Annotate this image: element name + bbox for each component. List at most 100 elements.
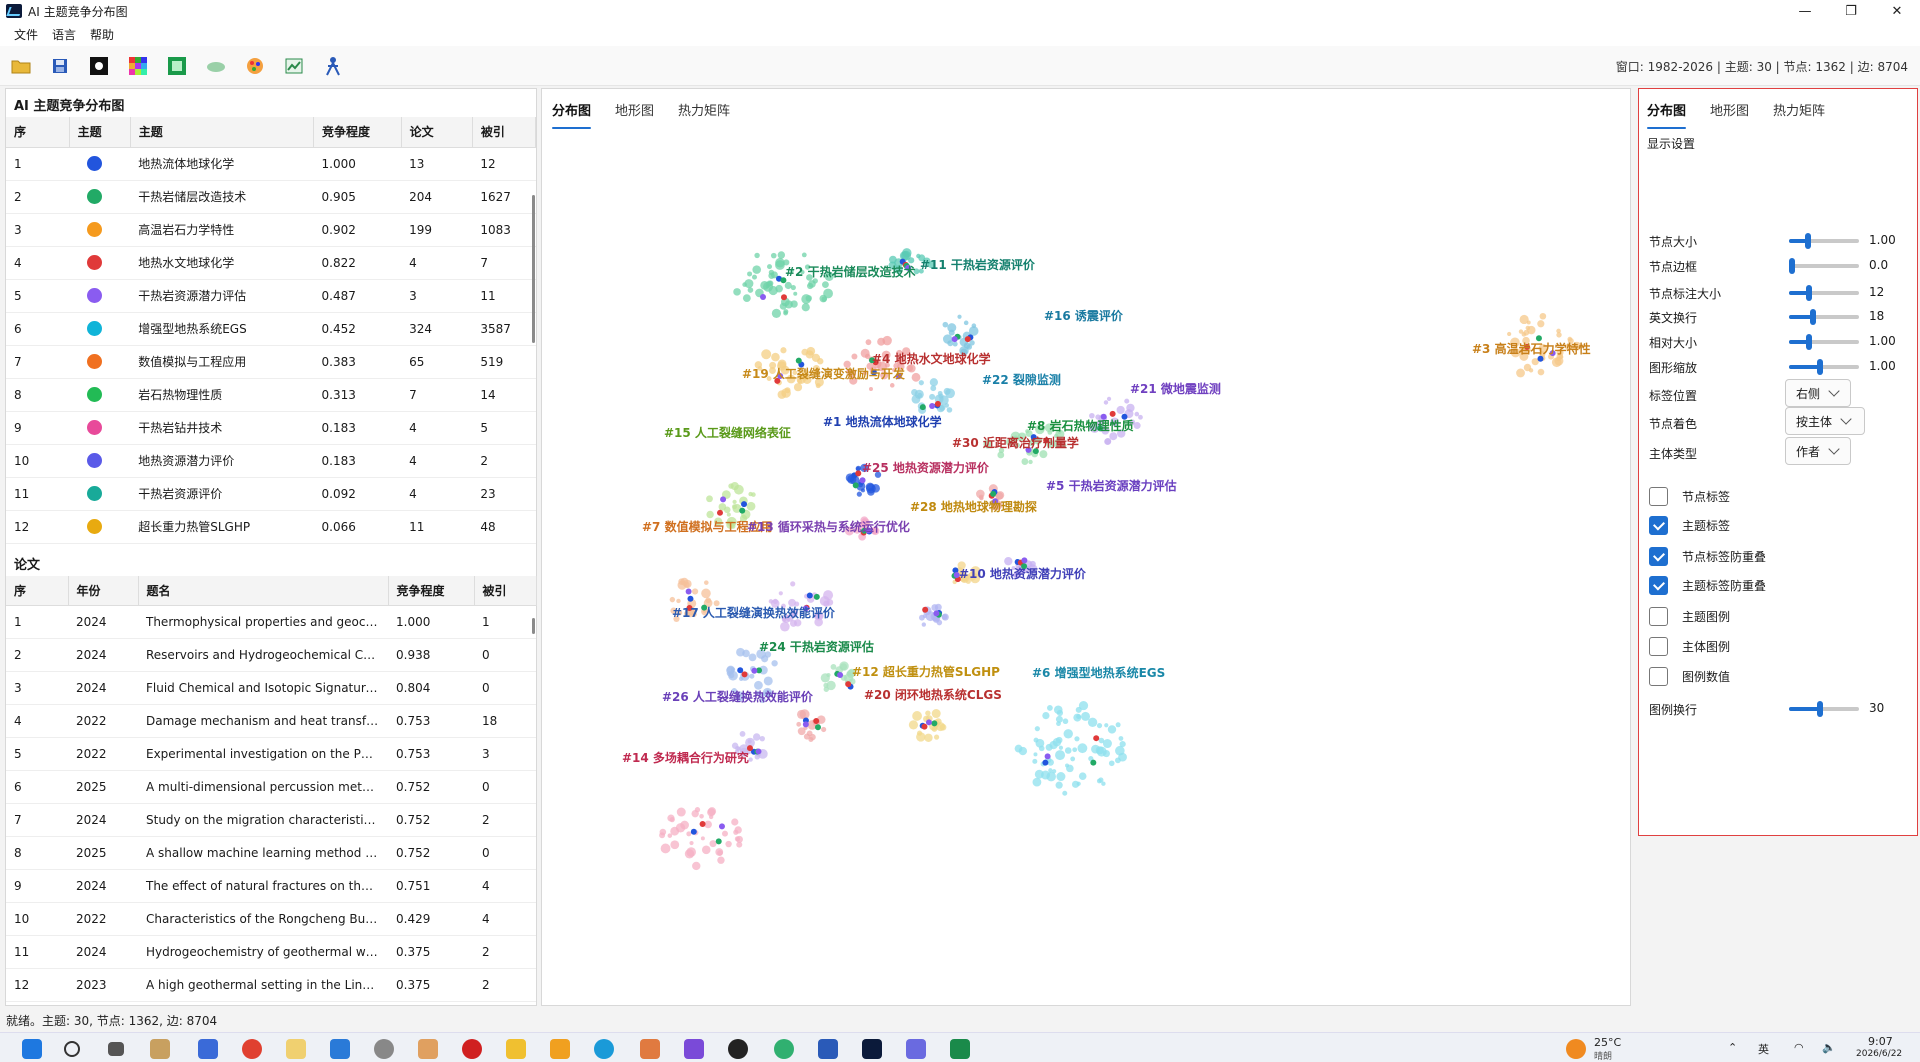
graph-node[interactable]: [741, 671, 748, 678]
graph-node[interactable]: [856, 491, 862, 497]
col-color[interactable]: 主题: [69, 117, 131, 148]
graph-node[interactable]: [755, 748, 762, 755]
cluster-label[interactable]: #19 人工裂缝演变激励与开发: [742, 366, 906, 381]
slider-handle[interactable]: [1810, 309, 1817, 325]
graph-node[interactable]: [942, 321, 949, 328]
graph-node[interactable]: [801, 252, 807, 258]
graph-node[interactable]: [659, 828, 667, 836]
cluster-label[interactable]: #10 地热资源潜力评价: [959, 566, 1087, 581]
setting-checkbox-row[interactable]: 主题标签防重叠: [1649, 576, 1766, 595]
graph-node[interactable]: [990, 490, 997, 497]
tray-chevron-icon[interactable]: ⌃: [1728, 1041, 1737, 1054]
graph-node[interactable]: [1042, 759, 1049, 766]
graph-node[interactable]: [808, 280, 816, 288]
setting-slider[interactable]: [1789, 359, 1859, 375]
app-blue-icon[interactable]: [198, 1039, 218, 1059]
chrome-alt-icon[interactable]: [774, 1039, 794, 1059]
setting-slider[interactable]: [1789, 309, 1859, 325]
app-violet-icon[interactable]: [906, 1039, 926, 1059]
distribution-graph[interactable]: #2 干热岩储层改造技术 #11 干热岩资源评价 #16 诱震评价 #3 高温岩石力学…: [542, 135, 1630, 1003]
graph-node[interactable]: [1507, 331, 1512, 337]
slider-handle[interactable]: [1816, 359, 1823, 375]
cluster-label[interactable]: #13 循环采热与系统运行优化: [747, 519, 910, 534]
graph-node[interactable]: [1039, 450, 1048, 459]
app-tools-icon[interactable]: [150, 1039, 170, 1059]
graph-node[interactable]: [748, 757, 753, 762]
graph-node[interactable]: [1109, 410, 1116, 417]
graph-node[interactable]: [677, 580, 687, 590]
app-red-icon[interactable]: [462, 1039, 482, 1059]
graph-node[interactable]: [1021, 458, 1029, 465]
graph-node[interactable]: [1077, 743, 1088, 754]
visual-studio-icon[interactable]: [684, 1039, 704, 1059]
graph-node[interactable]: [748, 653, 757, 662]
graph-node[interactable]: [918, 380, 924, 386]
graph-node[interactable]: [703, 580, 709, 585]
graph-node[interactable]: [882, 335, 892, 346]
graph-node[interactable]: [1034, 726, 1040, 732]
graph-node[interactable]: [669, 596, 676, 603]
graph-node[interactable]: [1106, 396, 1112, 401]
menu-help[interactable]: 帮助: [90, 26, 114, 43]
graph-node[interactable]: [763, 676, 773, 686]
graph-node[interactable]: [802, 721, 809, 728]
graph-node[interactable]: [768, 272, 775, 279]
col-no[interactable]: 序: [6, 117, 70, 148]
graph-node[interactable]: [919, 404, 926, 411]
graph-node[interactable]: [686, 831, 692, 837]
graph-node[interactable]: [1133, 422, 1141, 430]
cluster-label[interactable]: #8 岩石热物理性质: [1027, 418, 1134, 433]
excel-icon[interactable]: [950, 1039, 970, 1059]
graph-node[interactable]: [752, 265, 762, 274]
graph-node[interactable]: [997, 451, 1005, 459]
graph-node[interactable]: [814, 724, 821, 731]
graph-node[interactable]: [889, 383, 895, 388]
graph-node[interactable]: [717, 850, 723, 856]
graph-node[interactable]: [718, 503, 727, 511]
graph-node[interactable]: [1033, 752, 1038, 757]
paper-row[interactable]: 2 2024 Reservoirs and Hydrogeochemical C…: [6, 638, 536, 672]
paper-col-year[interactable]: 年份: [68, 575, 139, 606]
graph-node[interactable]: [737, 667, 744, 674]
graph-node[interactable]: [938, 393, 944, 399]
graph-node[interactable]: [1064, 747, 1072, 754]
graph-node[interactable]: [1115, 757, 1121, 764]
graph-node[interactable]: [957, 314, 962, 319]
graph-node[interactable]: [741, 501, 748, 508]
graph-node[interactable]: [911, 372, 921, 382]
palette-icon[interactable]: [244, 55, 266, 77]
topic-row[interactable]: 1 地热流体地球化学 1.000 13 12: [6, 147, 536, 181]
graph-node[interactable]: [660, 843, 671, 854]
graph-node[interactable]: [1516, 368, 1525, 378]
graph-node[interactable]: [933, 610, 940, 617]
graph-node[interactable]: [789, 619, 797, 627]
chart-export-icon[interactable]: [283, 55, 305, 77]
graph-node[interactable]: [676, 807, 686, 817]
graph-node[interactable]: [916, 732, 926, 742]
wifi-icon[interactable]: ◠: [1794, 1041, 1804, 1054]
graph-node[interactable]: [717, 856, 725, 864]
dark-theme-icon[interactable]: [88, 55, 110, 77]
graph-node[interactable]: [706, 495, 713, 503]
paper-col-score[interactable]: 竞争程度: [388, 575, 475, 606]
cluster-label[interactable]: #1 地热流体地球化学: [823, 414, 942, 429]
app-amber-icon[interactable]: [550, 1039, 570, 1059]
graph-node[interactable]: [721, 830, 728, 837]
graph-node[interactable]: [1062, 718, 1069, 725]
cloud-icon[interactable]: [205, 55, 227, 77]
tab-heat-matrix[interactable]: 热力矩阵: [678, 92, 730, 127]
cluster-label[interactable]: #14 多场耦合行为研究: [622, 750, 749, 765]
graph-node[interactable]: [1528, 368, 1534, 373]
graph-node[interactable]: [1055, 750, 1066, 761]
setting-checkbox[interactable]: [1649, 607, 1668, 626]
graph-node[interactable]: [934, 400, 941, 407]
graph-node[interactable]: [933, 734, 940, 740]
right-tab-heat-matrix[interactable]: 热力矩阵: [1773, 92, 1825, 127]
graph-node[interactable]: [1118, 736, 1124, 741]
graph-node[interactable]: [1096, 722, 1103, 729]
cluster-label[interactable]: #30 近距离治疗剂量学: [952, 435, 1079, 450]
task-view-icon[interactable]: [108, 1042, 124, 1056]
graph-node[interactable]: [1041, 770, 1051, 780]
topic-row[interactable]: 7 数值模拟与工程应用 0.383 65 519: [6, 345, 536, 379]
setting-checkbox-row[interactable]: 主体图例: [1649, 637, 1730, 656]
